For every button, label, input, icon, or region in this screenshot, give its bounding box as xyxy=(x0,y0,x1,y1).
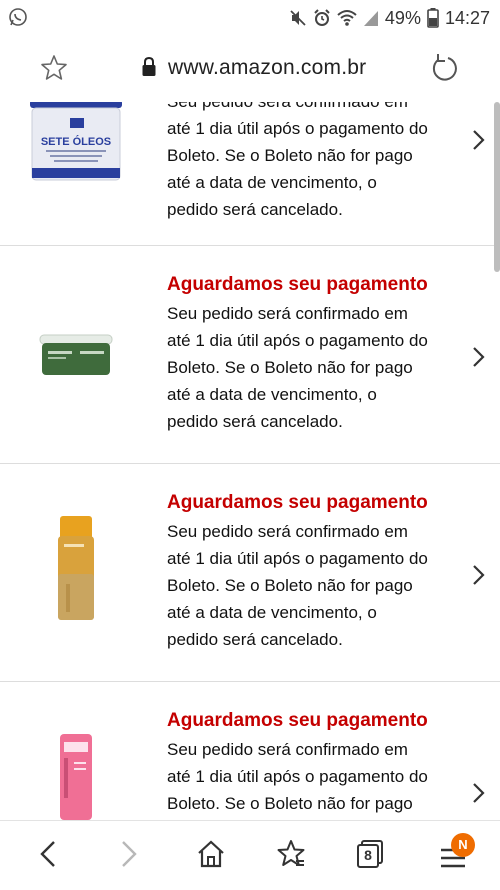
forward-arrow-icon[interactable] xyxy=(119,839,139,869)
battery-percent: 49% xyxy=(384,7,421,28)
order-message: Seu pedido será confirmado em até 1 dia … xyxy=(167,522,428,649)
lock-icon xyxy=(142,57,156,76)
order-message: Seu pedido será confirmado em até 1 dia … xyxy=(167,102,428,219)
status-bar: 49% 14:27 xyxy=(0,0,500,36)
notification-badge: N xyxy=(451,833,475,857)
product-thumbnail xyxy=(39,334,113,375)
signal-icon xyxy=(363,11,378,26)
order-item[interactable]: Aguardamos seu pagamento Seu pedido será… xyxy=(0,246,500,464)
order-message: Seu pedido será confirmado em até 1 dia … xyxy=(167,740,428,813)
alarm-icon xyxy=(314,9,330,26)
whatsapp-icon xyxy=(9,8,27,26)
url-text[interactable]: www.amazon.com.br xyxy=(168,56,366,80)
tabs-button[interactable]: 8 xyxy=(356,839,384,869)
chevron-right-icon[interactable] xyxy=(472,782,486,804)
order-status-title: Aguardamos seu pagamento xyxy=(167,492,428,513)
wifi-icon xyxy=(337,10,357,26)
home-icon[interactable] xyxy=(196,839,226,869)
order-item[interactable]: Aguardamos seu pagamento Seu pedido será… xyxy=(0,464,500,682)
browser-toolbar: 8 N xyxy=(0,820,500,890)
product-label: SETE ÓLEOS xyxy=(41,135,111,148)
address-bar: www.amazon.com.br xyxy=(0,36,500,102)
orders-list: SETE ÓLEOS Seu pedido será confirmado em… xyxy=(0,102,500,820)
chevron-right-icon[interactable] xyxy=(472,564,486,586)
product-thumbnail xyxy=(60,734,92,820)
scrollbar-thumb[interactable] xyxy=(494,102,500,272)
tab-count: 8 xyxy=(364,847,372,863)
product-thumbnail: SETE ÓLEOS xyxy=(30,102,122,181)
battery-icon xyxy=(427,8,439,28)
chevron-right-icon[interactable] xyxy=(472,346,486,368)
order-message: Seu pedido será confirmado em até 1 dia … xyxy=(167,304,428,431)
bookmarks-icon[interactable] xyxy=(276,839,306,869)
order-item[interactable]: SETE ÓLEOS Seu pedido será confirmado em… xyxy=(0,102,500,245)
reload-icon[interactable] xyxy=(430,53,458,83)
product-thumbnail xyxy=(58,516,94,620)
chevron-right-icon[interactable] xyxy=(472,129,486,151)
mute-icon xyxy=(290,10,306,26)
clock-time: 14:27 xyxy=(444,7,490,28)
order-status-title: Aguardamos seu pagamento xyxy=(167,710,428,731)
bookmark-star-icon[interactable] xyxy=(40,54,68,82)
order-item[interactable]: Aguardamos seu pagamento Seu pedido será… xyxy=(0,682,500,820)
order-status-title: Aguardamos seu pagamento xyxy=(167,274,428,295)
back-arrow-icon[interactable] xyxy=(38,839,58,869)
